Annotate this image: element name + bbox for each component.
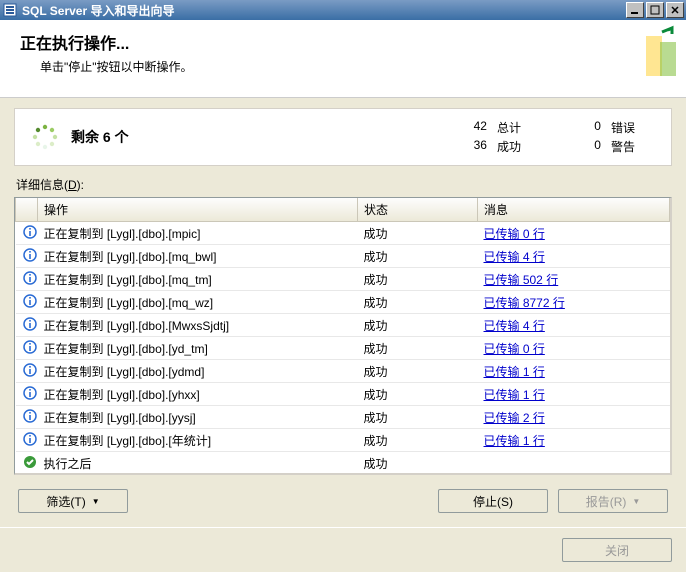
message-link[interactable]: 已传输 1 行 (484, 434, 545, 448)
operation-cell: 正在复制到 [Lygl].[dbo].[yysj] (38, 406, 358, 429)
status-cell: 成功 (358, 452, 478, 475)
message-cell: 已传输 0 行 (478, 337, 670, 360)
table-row[interactable]: 正在复制到 [Lygl].[dbo].[yysj]成功已传输 2 行 (16, 406, 670, 429)
summary-panel: 剩余 6 个 42 总计 36 成功 0 错误 0 警告 (14, 108, 672, 166)
window-title: SQL Server 导入和导出向导 (22, 2, 626, 19)
info-icon (22, 224, 38, 240)
message-link[interactable]: 已传输 2 行 (484, 411, 545, 425)
report-button: 报告(R) (558, 489, 668, 513)
column-message[interactable]: 消息 (478, 198, 670, 222)
minimize-button[interactable] (626, 2, 644, 18)
close-button[interactable] (666, 2, 684, 18)
column-status[interactable]: 状态 (358, 198, 478, 222)
table-row[interactable]: 正在复制到 [Lygl].[dbo].[mq_tm]成功已传输 502 行 (16, 268, 670, 291)
check-icon (22, 454, 38, 470)
status-cell: 成功 (358, 406, 478, 429)
success-label: 成功 (497, 138, 521, 155)
operation-cell: 正在复制到 [Lygl].[dbo].[年统计] (38, 429, 358, 452)
app-icon (2, 2, 18, 18)
close-dialog-button: 关闭 (562, 538, 672, 562)
operation-cell: 正在复制到 [Lygl].[dbo].[mq_wz] (38, 291, 358, 314)
info-icon (22, 316, 38, 332)
info-icon (22, 293, 38, 309)
message-link[interactable]: 已传输 4 行 (484, 250, 545, 264)
table-row[interactable]: 正在复制到 [Lygl].[dbo].[MwxsSjdtj]成功已传输 4 行 (16, 314, 670, 337)
status-cell: 成功 (358, 222, 478, 245)
info-icon (22, 270, 38, 286)
message-link[interactable]: 已传输 8772 行 (484, 296, 565, 310)
info-icon (22, 385, 38, 401)
status-cell: 成功 (358, 314, 478, 337)
message-link[interactable]: 已传输 4 行 (484, 319, 545, 333)
info-icon (22, 431, 38, 447)
status-cell: 成功 (358, 291, 478, 314)
table-row[interactable]: 执行之后成功 (16, 452, 670, 475)
maximize-button[interactable] (646, 2, 664, 18)
message-cell: 已传输 4 行 (478, 245, 670, 268)
column-icon[interactable] (16, 198, 38, 222)
message-link[interactable]: 已传输 0 行 (484, 227, 545, 241)
info-icon (22, 362, 38, 378)
warning-label: 警告 (611, 138, 635, 155)
total-count: 42 (467, 119, 487, 136)
message-cell: 已传输 1 行 (478, 360, 670, 383)
message-cell (478, 452, 670, 475)
table-row[interactable]: 正在复制到 [Lygl].[dbo].[mq_wz]成功已传输 8772 行 (16, 291, 670, 314)
detail-table: 操作 状态 消息 正在复制到 [Lygl].[dbo].[mpic]成功已传输 … (14, 197, 672, 475)
success-count: 36 (467, 138, 487, 155)
info-icon (22, 339, 38, 355)
total-label: 总计 (497, 119, 521, 136)
message-cell: 已传输 1 行 (478, 383, 670, 406)
operation-cell: 正在复制到 [Lygl].[dbo].[ydmd] (38, 360, 358, 383)
table-row[interactable]: 正在复制到 [Lygl].[dbo].[mq_bwl]成功已传输 4 行 (16, 245, 670, 268)
operation-cell: 执行之后 (38, 452, 358, 475)
table-row[interactable]: 正在复制到 [Lygl].[dbo].[mpic]成功已传输 0 行 (16, 222, 670, 245)
message-cell (478, 475, 670, 476)
page-title: 正在执行操作... (20, 30, 666, 54)
info-icon (22, 247, 38, 263)
message-link[interactable]: 已传输 1 行 (484, 388, 545, 402)
operation-cell: 正在复制到 [Lygl].[dbo].[yd_tm] (38, 337, 358, 360)
status-cell: 成功 (358, 383, 478, 406)
remaining-count: 剩余 6 个 (71, 127, 467, 147)
operation-cell: 正在复制到 [Lygl].[dbo].[mpic] (38, 222, 358, 245)
progress-spinner-icon (31, 123, 59, 151)
message-cell: 已传输 2 行 (478, 406, 670, 429)
message-link[interactable]: 已传输 1 行 (484, 365, 545, 379)
status-cell: 成功 (358, 360, 478, 383)
table-row[interactable]: 正在复制到 [Lygl].[dbo].[yhxx]成功已传输 1 行 (16, 383, 670, 406)
operation-cell: 清除 (38, 475, 358, 476)
status-cell: 成功 (358, 268, 478, 291)
message-cell: 已传输 0 行 (478, 222, 670, 245)
table-row[interactable]: 正在复制到 [Lygl].[dbo].[ydmd]成功已传输 1 行 (16, 360, 670, 383)
stop-button[interactable]: 停止(S) (438, 489, 548, 513)
table-row[interactable]: 正在复制到 [Lygl].[dbo].[年统计]成功已传输 1 行 (16, 429, 670, 452)
status-cell: 成功 (358, 337, 478, 360)
warning-count: 0 (581, 138, 601, 155)
error-label: 错误 (611, 119, 635, 136)
error-count: 0 (581, 119, 601, 136)
message-cell: 已传输 502 行 (478, 268, 670, 291)
message-cell: 已传输 4 行 (478, 314, 670, 337)
operation-cell: 正在复制到 [Lygl].[dbo].[MwxsSjdtj] (38, 314, 358, 337)
operation-cell: 正在复制到 [Lygl].[dbo].[mq_tm] (38, 268, 358, 291)
filter-button[interactable]: 筛选(T) (18, 489, 128, 513)
page-subtitle: 单击"停止"按钮以中断操作。 (40, 58, 666, 75)
message-cell: 已传输 1 行 (478, 429, 670, 452)
message-link[interactable]: 已传输 0 行 (484, 342, 545, 356)
operation-cell: 正在复制到 [Lygl].[dbo].[yhxx] (38, 383, 358, 406)
detail-label: 详细信息(D): (16, 176, 672, 193)
status-cell: 成功 (358, 429, 478, 452)
table-row[interactable]: 清除 (16, 475, 670, 476)
operation-cell: 正在复制到 [Lygl].[dbo].[mq_bwl] (38, 245, 358, 268)
info-icon (22, 408, 38, 424)
column-operation[interactable]: 操作 (38, 198, 358, 222)
table-row[interactable]: 正在复制到 [Lygl].[dbo].[yd_tm]成功已传输 0 行 (16, 337, 670, 360)
status-cell: 成功 (358, 245, 478, 268)
status-cell (358, 475, 478, 476)
message-cell: 已传输 8772 行 (478, 291, 670, 314)
message-link[interactable]: 已传输 502 行 (484, 273, 559, 287)
header-decoration-icon (622, 24, 678, 83)
